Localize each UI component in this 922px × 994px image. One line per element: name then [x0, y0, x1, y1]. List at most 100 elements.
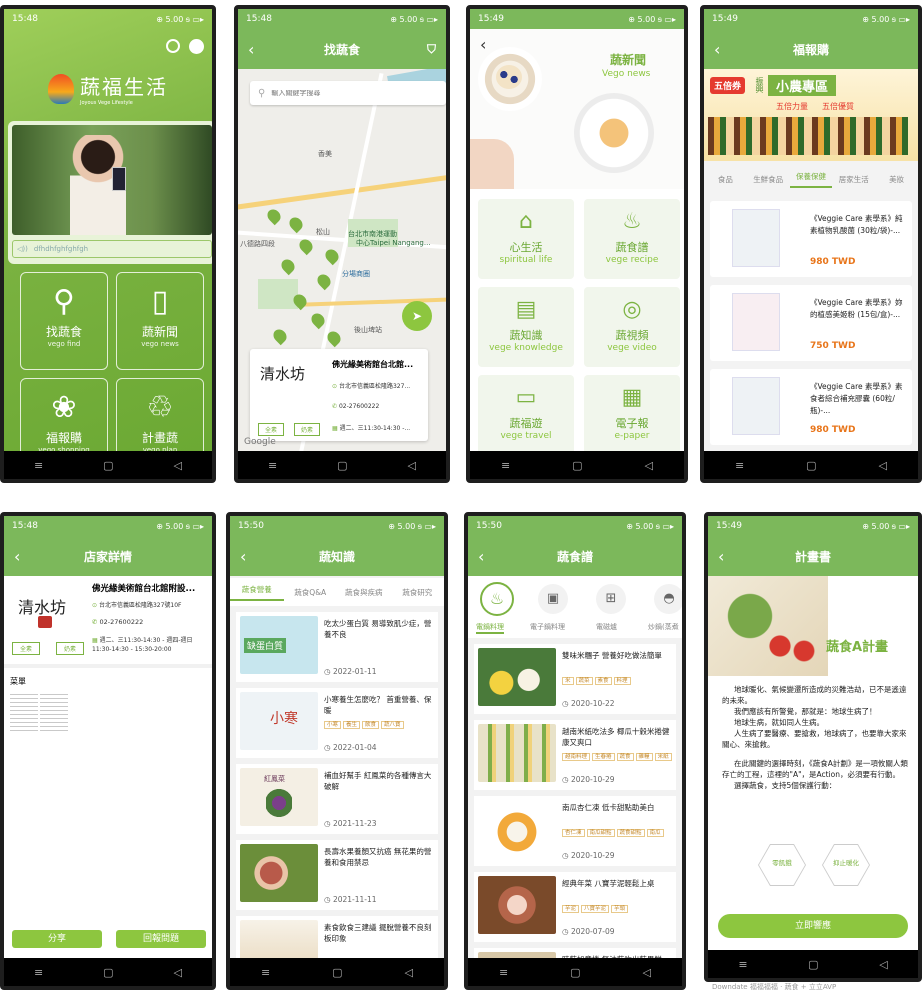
tab-disease[interactable]: 蔬食與疾病	[337, 587, 391, 598]
phone-icon: ✆	[92, 618, 98, 626]
search-icon[interactable]	[166, 39, 180, 53]
back-icon[interactable]: ◁	[879, 459, 887, 472]
menu-vege-video[interactable]: ◎ 蔬視頻 vege video	[584, 287, 680, 367]
back-icon[interactable]: ◁	[405, 966, 413, 979]
menu-icon[interactable]: ≡	[34, 459, 43, 472]
store-logo: 清水坊	[18, 598, 67, 617]
cat-induction[interactable]: ⊞	[596, 584, 626, 614]
back-arrow-icon[interactable]: ‹	[718, 547, 724, 566]
menu-image[interactable]	[40, 694, 68, 734]
menu-vege-knowledge[interactable]: ▤ 蔬知識 vege knowledge	[478, 287, 574, 367]
article-row[interactable]: 小寒 小寒養生怎麼吃？ 首重營養、保暖 小寒 養生 飲食 蔬八寶 ◷ 2022-01-04	[236, 688, 438, 758]
home-icon[interactable]: ▢	[806, 459, 816, 472]
home-icon[interactable]: ▢	[103, 966, 113, 979]
home-icon[interactable]: ▢	[572, 459, 582, 472]
menu-image[interactable]	[10, 694, 38, 734]
home-icon[interactable]: ▢	[332, 966, 342, 979]
recipe-row[interactable]: 南瓜杏仁凍 低卡甜點助美白 杏仁凍 南瓜甜點 蔬食甜點 南瓜 ◷ 2020-10-29	[474, 796, 676, 866]
menu-vege-travel[interactable]: ▭ 蔬福遊 vege travel	[478, 375, 574, 455]
shop-card[interactable]: 清水坊 佛光緣美術館台北館... ⊙ 台北市信義區松隆路327... ✆ 02-…	[250, 349, 428, 441]
home-icon[interactable]: ▢	[103, 459, 113, 472]
share-button[interactable]: 分享	[12, 930, 102, 948]
map-pin[interactable]	[278, 256, 298, 276]
menu-icon[interactable]: ≡	[34, 966, 43, 979]
cat-wok[interactable]: ◓	[654, 584, 682, 614]
back-icon[interactable]: ◁	[645, 459, 653, 472]
recipe-row[interactable]: 經典年菜 八寶芋泥輕鬆上桌 芋泥 八寶芋泥 芋頭 ◷ 2020-07-09	[474, 872, 676, 942]
menu-icon[interactable]: ≡	[501, 459, 510, 472]
tile-find[interactable]: ⚲ 找蔬食 vego find	[20, 272, 108, 370]
back-icon[interactable]: ◁	[879, 958, 887, 971]
menu-icon[interactable]: ≡	[261, 966, 270, 979]
back-arrow-icon[interactable]: ‹	[480, 35, 486, 54]
product-card[interactable]: 《Veggie Care 素學系》妳的植感美姬粉 (15包/盒)-... 750 …	[710, 285, 912, 361]
tab-research[interactable]: 蔬食研究	[391, 587, 445, 598]
phone-news: 15:49 ⊕ 5.00 ᵴ ▭▸ ‹ 蔬新聞 Vego news ⌂ 心生活 spi…	[466, 5, 688, 483]
menu-spiritual-life[interactable]: ⌂ 心生活 spiritual life	[478, 199, 574, 279]
hex-zero-hunger[interactable]: 零飢餓	[758, 844, 806, 886]
home-icon[interactable]: ▢	[337, 459, 347, 472]
article-row[interactable]: 紅鳳菜 補血好幫手 紅鳳菜的各種傳言大破解 ◷ 2021-11-23	[236, 764, 438, 834]
tab-health[interactable]: 保養保健	[789, 171, 833, 188]
menu-icon[interactable]: ≡	[268, 459, 277, 472]
menu-sub: spiritual life	[499, 255, 553, 265]
product-card[interactable]: 《Veggie Care 素學系》素食者綜合補充膠囊 (60粒/瓶)-... 98…	[710, 369, 912, 445]
tab-beauty[interactable]: 美妝	[875, 174, 918, 185]
article-row[interactable]: 長壽水果養顏又抗癌 無花果的營養和食用禁忌 ◷ 2021-11-11	[236, 840, 438, 910]
location-button[interactable]: ➤	[402, 301, 432, 331]
promo-banner[interactable]: 五倍券 振興 小農專區 五倍力量 五倍優質	[704, 69, 918, 161]
tab-home[interactable]: 居家生活	[832, 174, 875, 185]
back-icon[interactable]: ◁	[174, 459, 182, 472]
home-icon[interactable]: ▢	[570, 966, 580, 979]
back-icon[interactable]: ◁	[174, 966, 182, 979]
menu-vege-recipe[interactable]: ♨ 蔬食譜 vege recipe	[584, 199, 680, 279]
filter-icon[interactable]: ⛉	[427, 42, 436, 57]
map-label: 八德路四段	[240, 240, 275, 248]
map-pin[interactable]	[314, 271, 334, 291]
tile-news[interactable]: ▯ 蔬新聞 vego news	[116, 272, 204, 370]
tab-food[interactable]: 食品	[704, 174, 747, 185]
back-arrow-icon[interactable]: ‹	[14, 547, 20, 566]
map-pin[interactable]	[264, 206, 284, 226]
banner-title: 小農專區	[768, 75, 837, 96]
menu-icon[interactable]: ≡	[735, 459, 744, 472]
search-input[interactable]	[271, 89, 422, 97]
tab-nutrition[interactable]: 蔬食營養	[230, 584, 284, 601]
recipe-row[interactable]: 越南米紙吃法多 椰瓜十穀米捲健康又爽口 越南料理 生春捲 蔬食 雜糧 米紙 ◷ 2020-1…	[474, 720, 676, 790]
back-arrow-icon[interactable]: ‹	[248, 40, 254, 59]
back-icon[interactable]: ◁	[408, 459, 416, 472]
menu-icon[interactable]: ≡	[738, 958, 747, 971]
tab-qa[interactable]: 蔬食Q&A	[284, 587, 338, 598]
back-arrow-icon[interactable]: ‹	[478, 547, 484, 566]
user-icon[interactable]	[189, 39, 204, 54]
cat-electric-pot[interactable]: ▣	[538, 584, 568, 614]
search-bar[interactable]: ⚲	[250, 81, 446, 105]
header: ‹ 找蔬食 ⛉	[238, 29, 446, 69]
map-pin[interactable]	[308, 310, 328, 330]
tab-fresh[interactable]: 生鮮食品	[747, 174, 790, 185]
article-row[interactable]: 缺蛋白質 吃太少蛋白質 易導致肌少症，營養不良 ◷ 2022-01-11	[236, 612, 438, 682]
map-pin[interactable]	[286, 214, 306, 234]
map-pin[interactable]	[270, 326, 290, 346]
cat-rice-cooker[interactable]: ♨	[480, 582, 514, 616]
video-thumbnail[interactable]	[12, 125, 212, 235]
back-arrow-icon[interactable]: ‹	[714, 40, 720, 59]
report-button[interactable]: 回報問題	[116, 930, 206, 948]
back-arrow-icon[interactable]: ‹	[240, 547, 246, 566]
menu-e-paper[interactable]: ▦ 電子報 e-paper	[584, 375, 680, 455]
product-price: 980 TWD	[810, 425, 856, 435]
shop-logo: 清水坊	[260, 365, 306, 383]
shop-phone[interactable]: ✆ 02-27600222	[332, 403, 379, 410]
audio-bar[interactable]: ◁)) dfhdhfghfghfgh	[12, 240, 212, 258]
respond-now-button[interactable]: 立即響應	[718, 914, 908, 938]
hex-stop-warming[interactable]: 抑止暖化	[822, 844, 870, 886]
video-card[interactable]: ◁)) dfhdhfghfghfgh	[8, 121, 212, 264]
menu-icon[interactable]: ≡	[499, 966, 508, 979]
store-phone[interactable]: ✆ 02-27600222	[92, 618, 143, 626]
phone-home: 15:48 ⊕ 5.00 ᵴ ▭▸ 蔬福生活 Joyous Vege Lifest…	[0, 5, 216, 483]
recipe-row[interactable]: 雙味米糰子 營養好吃做法簡單米蔬菜 素食 料理 ◷ 2020-10-22	[474, 644, 676, 714]
home-icon[interactable]: ▢	[808, 958, 818, 971]
product-name: 《Veggie Care 素學系》純素植物乳酸菌 (30粒/袋)-...	[810, 214, 903, 235]
product-card[interactable]: 《Veggie Care 素學系》純素植物乳酸菌 (30粒/袋)-... 980 …	[710, 201, 912, 277]
back-icon[interactable]: ◁	[643, 966, 651, 979]
